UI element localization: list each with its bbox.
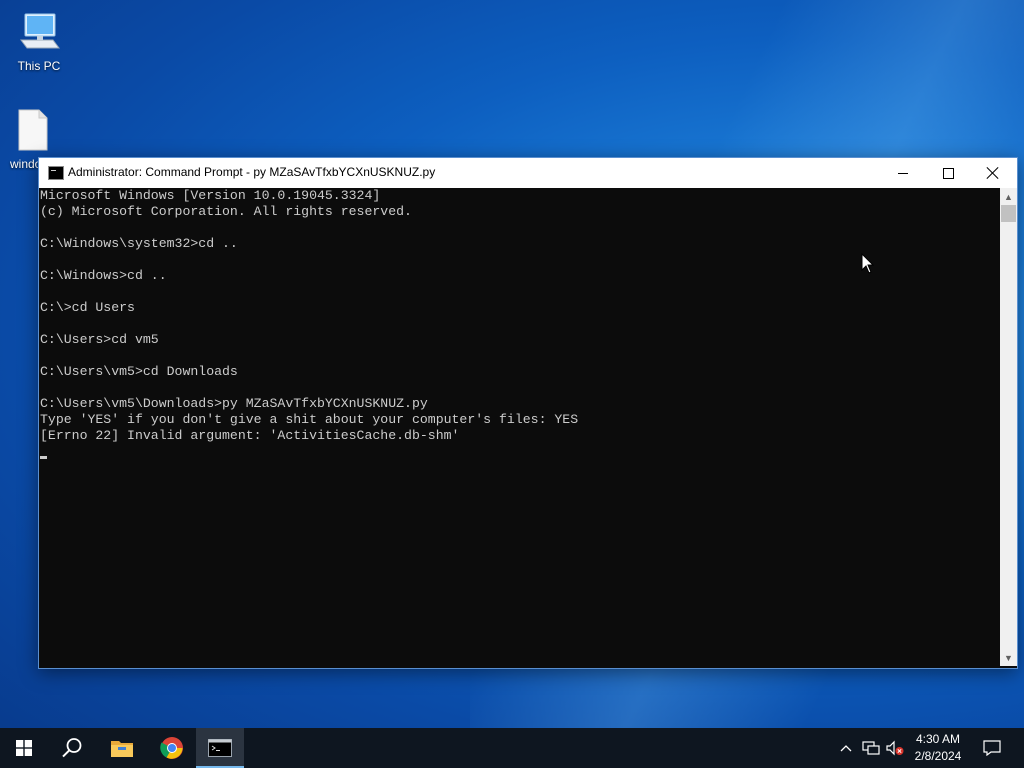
console-line: [Errno 22] Invalid argument: 'Activities…: [40, 428, 460, 443]
file-explorer-icon: [111, 741, 133, 757]
console-line: C:\>cd Users: [40, 300, 135, 315]
search-button[interactable]: [48, 728, 96, 768]
network-icon: [862, 741, 880, 755]
computer-icon: [20, 13, 60, 49]
chrome-button[interactable]: [148, 728, 196, 768]
console-text: Microsoft Windows [Version 10.0.19045.33…: [39, 188, 999, 444]
clock[interactable]: 4:30 AM 2/8/2024: [904, 731, 972, 765]
chevron-down-icon: ▼: [1004, 652, 1013, 663]
network-button[interactable]: [860, 728, 882, 768]
file-icon: [18, 109, 48, 151]
chevron-up-icon: [840, 745, 852, 752]
console-line: C:\Windows>cd ..: [40, 268, 167, 283]
volume-button[interactable]: [884, 728, 906, 768]
file-explorer-button[interactable]: [98, 728, 146, 768]
maximize-icon: [942, 167, 954, 179]
close-icon: [987, 167, 999, 179]
taskbar: 4:30 AM 2/8/2024: [0, 728, 1024, 768]
start-button[interactable]: [0, 728, 48, 768]
scrollbar-thumb[interactable]: [1001, 205, 1016, 222]
scroll-up-button[interactable]: ▲: [1000, 188, 1017, 205]
scroll-down-button[interactable]: ▼: [1000, 649, 1017, 666]
notifications-icon: [983, 740, 1001, 756]
clock-date: 2/8/2024: [914, 749, 962, 763]
search-icon: [62, 738, 82, 758]
mouse-pointer-icon: [861, 253, 875, 274]
console-line: Microsoft Windows [Version 10.0.19045.33…: [40, 188, 381, 203]
maximize-button[interactable]: [925, 158, 971, 188]
window-title: Administrator: Command Prompt - py MZaSA…: [68, 165, 436, 179]
minimize-icon: [898, 172, 908, 174]
close-button[interactable]: [970, 158, 1016, 188]
chrome-icon: [160, 737, 183, 759]
window-titlebar[interactable]: Administrator: Command Prompt - py MZaSA…: [39, 158, 1017, 188]
chevron-up-icon: ▲: [1004, 191, 1013, 202]
console-line: C:\Users\vm5>cd Downloads: [40, 364, 238, 379]
start-icon: [16, 740, 32, 756]
command-prompt-icon: [208, 739, 232, 757]
minimize-button[interactable]: [880, 158, 926, 188]
text-cursor: [40, 456, 47, 459]
volume-muted-icon: [886, 740, 904, 756]
console-output[interactable]: Microsoft Windows [Version 10.0.19045.33…: [39, 188, 999, 666]
clock-time: 4:30 AM: [915, 732, 961, 746]
console-line: C:\Windows\system32>cd ..: [40, 236, 238, 251]
console-line: Type 'YES' if you don't give a shit abou…: [40, 412, 579, 427]
vertical-scrollbar[interactable]: ▲ ▼: [1000, 188, 1017, 666]
console-line: C:\Users\vm5\Downloads>py MZaSAvTfxbYCXn…: [40, 396, 428, 411]
show-hidden-icons-button[interactable]: [837, 728, 855, 768]
desktop-icon-this-pc[interactable]: This PC: [4, 10, 74, 73]
console-line: C:\Users>cd vm5: [40, 332, 159, 347]
console-line: (c) Microsoft Corporation. All rights re…: [40, 204, 412, 219]
desktop-icon-label: This PC: [17, 59, 61, 73]
command-prompt-taskbar-button[interactable]: [196, 728, 244, 768]
command-prompt-window[interactable]: Administrator: Command Prompt - py MZaSA…: [38, 157, 1018, 669]
command-prompt-icon: [48, 166, 64, 180]
action-center-button[interactable]: [978, 728, 1006, 768]
